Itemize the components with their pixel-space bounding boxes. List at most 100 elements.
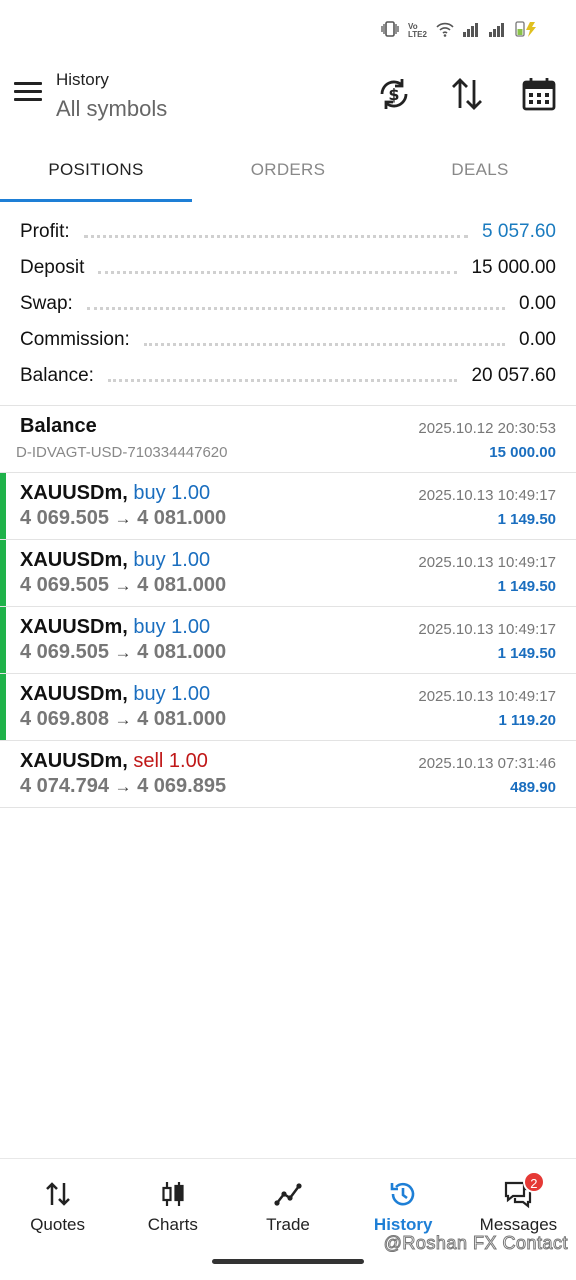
watermark: @Roshan FX Contact	[383, 1233, 568, 1254]
position-row[interactable]: XAUUSDm, buy 1.00 4 069.505 → 4 081.000 …	[0, 473, 576, 540]
swap-row: Swap: 0.00	[20, 286, 556, 322]
home-indicator[interactable]	[212, 1259, 364, 1264]
position-row[interactable]: XAUUSDm, buy 1.00 4 069.505 → 4 081.000 …	[0, 540, 576, 607]
svg-text:$: $	[388, 85, 399, 104]
position-row[interactable]: XAUUSDm, sell 1.00 4 074.794 → 4 069.895…	[0, 741, 576, 808]
balance-entry[interactable]: Balance D-IDVAGT-USD-710334447620 2025.1…	[0, 406, 576, 473]
balance-row: Balance: 20 057.60	[20, 358, 556, 394]
nav-charts-label: Charts	[147, 1215, 198, 1234]
title-block[interactable]: History All symbols	[56, 70, 167, 122]
position-action: buy 1.00	[133, 616, 211, 638]
arrow-icon: →	[114, 777, 132, 796]
status-bar: Vo LTE2	[0, 0, 576, 56]
arrow-icon: →	[114, 509, 132, 528]
nav-charts[interactable]: Charts	[115, 1159, 230, 1248]
position-time: 2025.10.13 07:31:46	[418, 755, 556, 772]
balance-entry-amount: 15 000.00	[489, 444, 556, 461]
position-title: XAUUSDm, buy 1.00	[20, 683, 210, 706]
sort-icon[interactable]	[447, 74, 487, 114]
tab-deals[interactable]: DEALS	[384, 140, 576, 202]
close-price: 4 081.000	[137, 641, 227, 663]
profit-row: Profit: 5 057.60	[20, 214, 556, 250]
position-symbol: XAUUSDm,	[20, 750, 128, 772]
position-row[interactable]: XAUUSDm, buy 1.00 4 069.808 → 4 081.000 …	[0, 674, 576, 741]
close-price: 4 081.000	[137, 708, 227, 730]
history-list: Balance D-IDVAGT-USD-710334447620 2025.1…	[0, 405, 576, 808]
position-action: buy 1.00	[133, 482, 211, 504]
nav-trade-label: Trade	[266, 1215, 310, 1234]
position-time: 2025.10.13 10:49:17	[418, 688, 556, 705]
position-profit: 489.90	[510, 779, 556, 796]
open-price: 4 069.505	[20, 574, 109, 596]
menu-icon[interactable]	[14, 82, 42, 104]
calendar-icon[interactable]	[519, 74, 559, 114]
battery-icon	[514, 20, 540, 41]
charts-icon	[162, 1182, 184, 1206]
nav-quotes-label: Quotes	[30, 1215, 85, 1234]
dot-leader	[86, 306, 506, 310]
commission-value: 0.00	[519, 329, 556, 350]
signal-icon-2	[488, 21, 506, 40]
currency-sync-icon[interactable]: $	[374, 74, 414, 114]
swap-label: Swap:	[20, 293, 73, 314]
tab-positions[interactable]: POSITIONS	[0, 140, 192, 202]
profit-indicator	[0, 674, 6, 740]
commission-label: Commission:	[20, 329, 130, 350]
dot-leader	[107, 378, 458, 382]
arrow-icon: →	[114, 710, 132, 729]
open-price: 4 069.808	[20, 708, 109, 730]
position-row[interactable]: XAUUSDm, buy 1.00 4 069.505 → 4 081.000 …	[0, 607, 576, 674]
close-price: 4 069.895	[137, 775, 227, 797]
carrier-label: Vo LTE2	[408, 21, 427, 39]
open-price: 4 069.505	[20, 507, 109, 529]
dot-leader	[98, 270, 458, 274]
position-prices: 4 069.505 → 4 081.000	[20, 574, 226, 597]
tab-orders[interactable]: ORDERS	[192, 140, 384, 202]
quotes-icon	[45, 1182, 70, 1206]
position-action: buy 1.00	[133, 683, 211, 705]
dot-leader	[143, 342, 506, 346]
wifi-icon	[436, 21, 454, 40]
position-profit: 1 149.50	[497, 511, 556, 528]
symbol-filter[interactable]: All symbols	[56, 96, 167, 122]
status-icons: Vo LTE2	[380, 20, 540, 41]
position-title: XAUUSDm, buy 1.00	[20, 616, 210, 639]
position-symbol: XAUUSDm,	[20, 549, 128, 571]
deposit-row: Deposit 15 000.00	[20, 250, 556, 286]
position-prices: 4 069.505 → 4 081.000	[20, 641, 226, 664]
balance-entry-account: D-IDVAGT-USD-710334447620	[16, 444, 228, 461]
deposit-label: Deposit	[20, 257, 85, 278]
nav-quotes[interactable]: Quotes	[0, 1159, 115, 1248]
position-profit: 1 149.50	[497, 645, 556, 662]
vibrate-icon	[380, 21, 400, 40]
profit-indicator	[0, 607, 6, 673]
profit-indicator	[0, 540, 6, 606]
nav-trade[interactable]: Trade	[230, 1159, 345, 1248]
arrow-icon: →	[114, 576, 132, 595]
nav-history-label: History	[373, 1215, 433, 1234]
deposit-value: 15 000.00	[471, 257, 556, 278]
arrow-icon: →	[114, 643, 132, 662]
balance-value: 20 057.60	[471, 365, 556, 386]
position-profit: 1 119.20	[498, 712, 556, 729]
position-profit: 1 149.50	[497, 578, 556, 595]
position-title: XAUUSDm, sell 1.00	[20, 750, 208, 773]
summary-panel: Profit: 5 057.60 Deposit 15 000.00 Swap:…	[20, 214, 556, 394]
messages-badge: 2	[522, 1171, 545, 1193]
position-prices: 4 074.794 → 4 069.895	[20, 775, 226, 798]
dot-leader	[83, 234, 469, 238]
balance-entry-time: 2025.10.12 20:30:53	[418, 420, 556, 437]
position-time: 2025.10.13 10:49:17	[418, 621, 556, 638]
close-price: 4 081.000	[137, 574, 227, 596]
open-price: 4 074.794	[20, 775, 109, 797]
page-title: History	[56, 70, 109, 89]
position-time: 2025.10.13 10:49:17	[418, 554, 556, 571]
profit-value: 5 057.60	[482, 221, 556, 242]
balance-label: Balance:	[20, 365, 94, 386]
position-action: buy 1.00	[133, 549, 211, 571]
tab-bar: POSITIONS ORDERS DEALS	[0, 140, 576, 202]
trade-icon	[274, 1183, 302, 1206]
history-icon	[390, 1182, 415, 1206]
open-price: 4 069.505	[20, 641, 109, 663]
app-header: History All symbols $	[0, 56, 576, 140]
